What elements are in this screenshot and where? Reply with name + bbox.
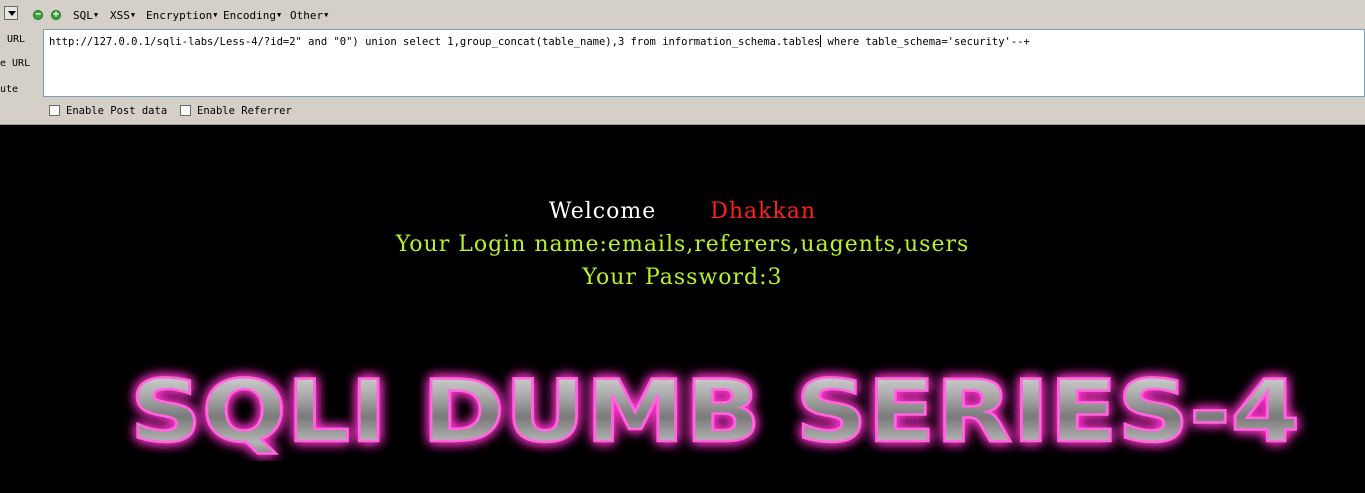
hackbar-toolbar: − + SQL▼ XSS▼ Encryption▼ Encoding▼ Othe…: [0, 0, 1365, 125]
dropdown-arrow-icon: ▼: [213, 11, 218, 19]
enable-post-data-option[interactable]: Enable Post data: [49, 105, 167, 117]
referrer-label: Enable Referrer: [197, 105, 292, 117]
hackbar-menu-row: − + SQL▼ XSS▼ Encryption▼ Encoding▼ Othe…: [0, 4, 1365, 26]
url-text-after-caret: where table_schema='security'--+: [821, 36, 1030, 48]
dropdown-arrow-icon: ▼: [276, 11, 282, 19]
menu-encryption[interactable]: Encryption▼: [146, 9, 217, 22]
username-text: Dhakkan: [710, 199, 817, 224]
execute-button[interactable]: ute: [0, 84, 18, 95]
url-textarea[interactable]: http://127.0.0.1/sqli-labs/Less-4/?id=2"…: [43, 29, 1365, 97]
menu-encoding[interactable]: Encoding▼: [223, 9, 281, 22]
welcome-line: Welcome Dhakkan: [0, 199, 1365, 224]
menu-other[interactable]: Other▼: [290, 9, 328, 22]
login-name-line: Your Login name:emails,referers,uagents,…: [395, 232, 970, 257]
banner-text: SQLI DUMB SERIES-4: [130, 362, 1300, 461]
post-data-checkbox[interactable]: [49, 105, 60, 116]
increase-button[interactable]: +: [51, 9, 61, 20]
menu-sql[interactable]: SQL▼: [73, 9, 98, 22]
referrer-checkbox[interactable]: [180, 105, 191, 116]
dropdown-arrow-icon: ▼: [130, 11, 136, 19]
split-url-button[interactable]: e URL: [0, 58, 30, 69]
decrease-button[interactable]: −: [33, 9, 43, 20]
dropdown-arrow-icon: ▼: [93, 11, 99, 19]
enable-referrer-option[interactable]: Enable Referrer: [180, 105, 292, 117]
minus-icon: −: [34, 9, 42, 20]
chevron-down-icon[interactable]: [4, 6, 18, 20]
menu-xss[interactable]: XSS▼: [110, 9, 135, 22]
dropdown-arrow-icon: ▼: [324, 11, 329, 19]
welcome-text: Welcome: [548, 199, 657, 224]
load-url-button[interactable]: URL: [7, 34, 25, 45]
url-text-before-caret: http://127.0.0.1/sqli-labs/Less-4/?id=2"…: [49, 36, 821, 48]
password-line: Your Password:3: [582, 265, 783, 290]
post-data-label: Enable Post data: [66, 105, 168, 117]
series-banner-logo: SQLI DUMB SERIES-4: [129, 361, 1302, 461]
page-content: Welcome Dhakkan Your Login name:emails,re…: [0, 125, 1365, 493]
plus-icon: +: [52, 9, 60, 20]
